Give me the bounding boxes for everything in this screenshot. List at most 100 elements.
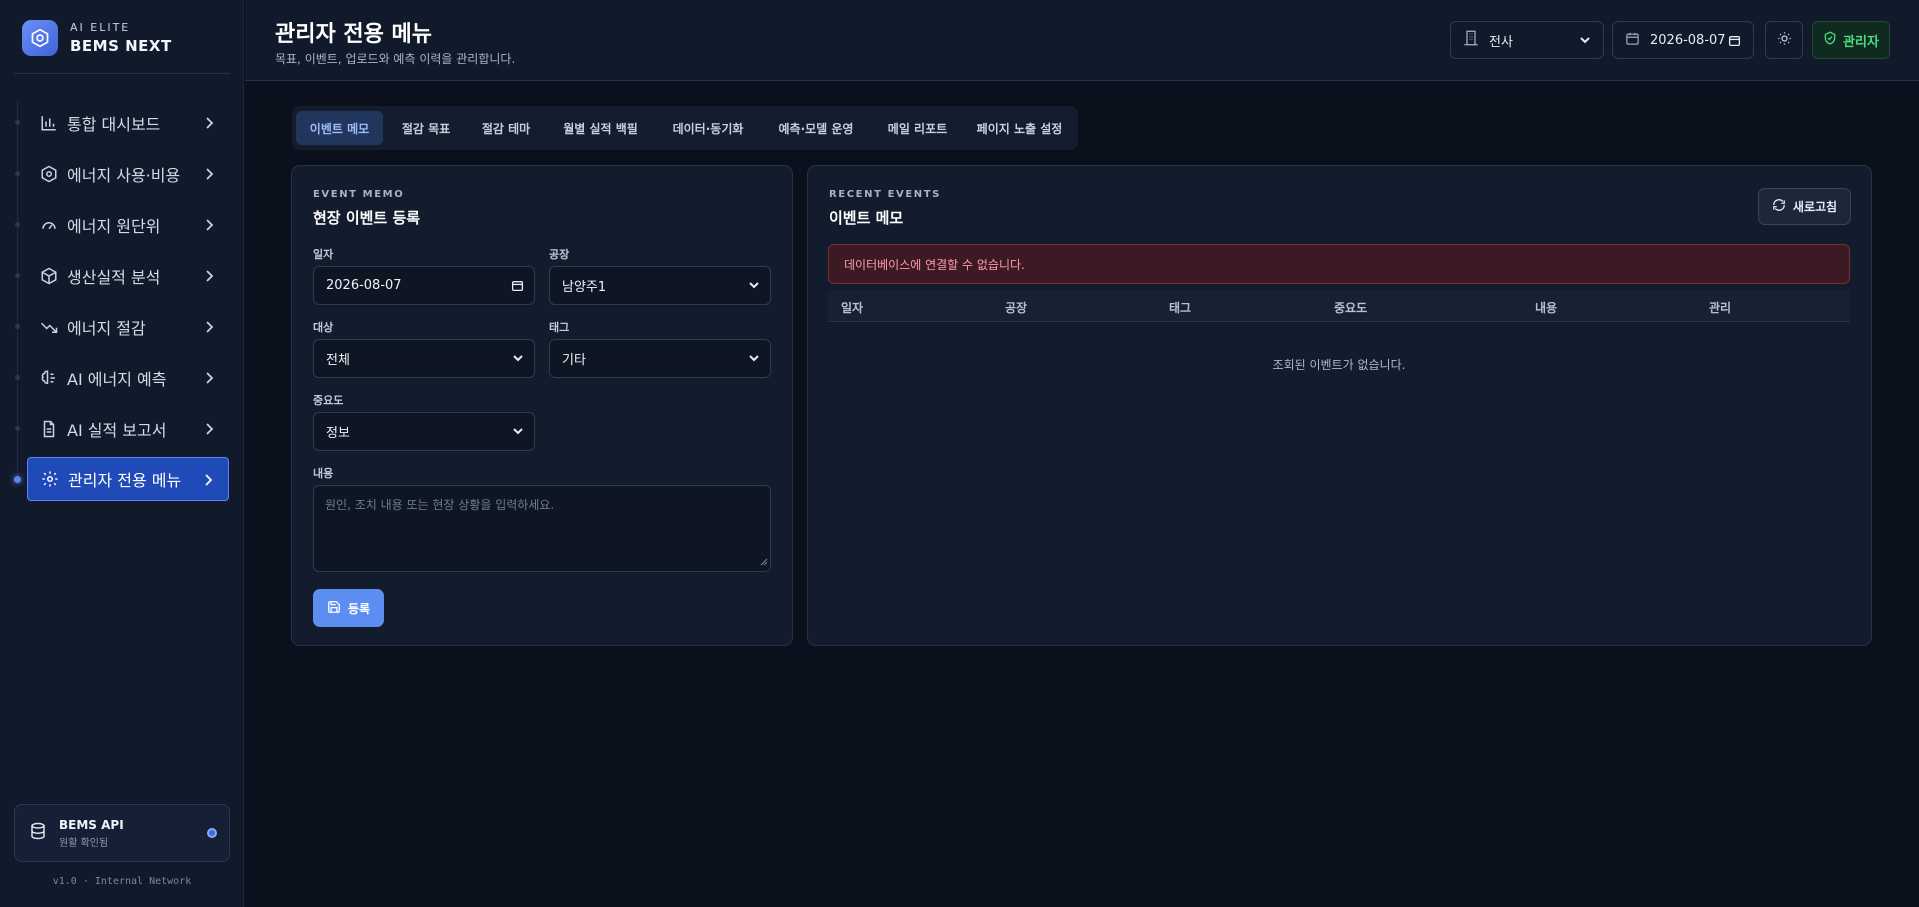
nav-rail [17,101,18,481]
date-field[interactable]: 2026-08-07 [313,266,535,305]
tab-data-sync[interactable]: 데이터·동기화 [656,111,760,145]
chevron-right-icon [203,421,215,440]
tab-page-visibility[interactable]: 페이지 노출 설정 [965,111,1074,145]
save-icon [327,600,341,617]
gauge-icon [39,215,59,235]
nav-dot [15,171,20,176]
shield-check-icon [1823,31,1837,49]
column-header-content[interactable]: 내용 [1535,299,1557,316]
chevron-right-icon [203,319,215,338]
version-label: v1.0 · Internal Network [52,876,192,887]
chevron-right-icon [202,472,214,491]
sidebar-item-ai-report[interactable]: AI 실적 보고서 [27,407,229,451]
hexagon-icon [39,164,59,184]
bar-chart-icon [39,113,59,133]
refresh-label: 새로고침 [1792,200,1838,214]
target-select-value: 전체 [326,353,350,368]
api-status-card[interactable]: BEMS API 원활 확인됨 [14,804,230,862]
tab-mail-report[interactable]: 메일 리포트 [872,111,963,145]
calendar-picker-icon[interactable] [1728,34,1741,51]
column-header-manage[interactable]: 관리 [1709,299,1731,316]
chevron-down-icon [512,352,524,368]
sidebar-item-ai-forecast[interactable]: AI 에너지 예측 [27,356,229,400]
divider [14,73,230,74]
event-form-panel: EVENT MEMO 현장 이벤트 등록 일자 2026-08-07 공장 남양… [291,165,793,646]
tab-saving-goal[interactable]: 절감 목표 [387,111,465,145]
chevron-right-icon [203,115,215,134]
severity-select[interactable]: 정보 [313,412,535,451]
severity-label: 중요도 [313,394,344,407]
gear-icon [40,469,60,489]
tag-select[interactable]: 기타 [549,339,771,378]
site-select-value: 전사 [1489,34,1513,50]
sidebar-item-label: 관리자 전용 메뉴 [68,471,182,490]
nav-dot-active [14,476,21,483]
date-value: 2026-08-07 [1650,32,1726,48]
sidebar-item-dashboard[interactable]: 통합 대시보드 [27,101,229,145]
page-title: 관리자 전용 메뉴 [275,22,432,47]
resize-handle-icon[interactable] [760,555,768,569]
file-text-icon [39,419,59,439]
column-header-date[interactable]: 일자 [841,299,863,316]
error-message: 데이터베이스에 연결할 수 없습니다. [844,257,1025,272]
column-header-plant[interactable]: 공장 [1005,299,1027,316]
nav-dot [15,426,20,431]
recent-events-panel: RECENT EVENTS 이벤트 메모 새로고침 데이터베이스에 연결할 수 … [807,165,1872,646]
sidebar-item-label: AI 실적 보고서 [67,421,167,440]
box-icon [39,266,59,286]
events-table-header: 일자 공장 태그 중요도 내용 관리 [828,290,1850,322]
theme-toggle[interactable] [1765,21,1803,59]
events-title: 이벤트 메모 [829,209,904,227]
plant-select[interactable]: 남양주1 [549,266,771,305]
sidebar-item-label: 통합 대시보드 [67,115,161,134]
sidebar-item-production[interactable]: 생산실적 분석 [27,254,229,298]
sidebar-item-energy-intensity[interactable]: 에너지 원단위 [27,203,229,247]
brand-logo-icon [22,20,58,56]
sidebar-item-label: 에너지 사용·비용 [67,166,181,185]
tab-forecast-model[interactable]: 예측·모델 운영 [762,111,870,145]
chevron-down-icon [748,352,760,368]
sidebar-item-label: AI 에너지 예측 [67,370,167,389]
tab-saving-theme[interactable]: 절감 테마 [467,111,545,145]
sidebar-item-label: 생산실적 분석 [67,268,161,287]
nav-dot [15,222,20,227]
tag-select-value: 기타 [562,353,586,368]
chevron-down-icon [748,279,760,295]
chevron-right-icon [203,268,215,287]
nav-dot [15,273,20,278]
refresh-button[interactable]: 새로고침 [1758,188,1851,225]
brand-subtitle: AI ELITE [70,21,131,34]
brand[interactable]: AI ELITE BEMS NEXT [22,20,172,56]
severity-select-value: 정보 [326,426,350,441]
site-select[interactable]: 전사 [1450,21,1604,59]
error-alert: 데이터베이스에 연결할 수 없습니다. [828,244,1850,284]
column-header-tag[interactable]: 태그 [1169,299,1191,316]
tab-monthly-backfill[interactable]: 월별 실적 백필 [547,111,654,145]
date-field-value: 2026-08-07 [326,278,402,293]
content-label: 내용 [313,467,334,480]
database-icon [29,822,47,844]
sidebar-item-energy-saving[interactable]: 에너지 절감 [27,305,229,349]
date-picker[interactable]: 2026-08-07 [1612,21,1754,59]
sidebar-item-label: 에너지 절감 [67,319,146,338]
target-select[interactable]: 전체 [313,339,535,378]
chevron-right-icon [203,370,215,389]
sun-icon [1777,31,1792,50]
submit-button[interactable]: 등록 [313,589,384,627]
target-label: 대상 [313,321,334,334]
sidebar-item-admin[interactable]: 관리자 전용 메뉴 [27,457,229,501]
content-textarea[interactable]: 원인, 조치 내용 또는 현장 상황을 입력하세요. [313,485,771,572]
admin-label: 관리자 [1843,34,1879,50]
sidebar: AI ELITE BEMS NEXT 통합 대시보드 에너지 사용·비용 에너지… [0,0,244,907]
content-placeholder: 원인, 조치 내용 또는 현장 상황을 입력하세요. [325,498,555,512]
nav-dot [15,324,20,329]
calendar-icon [511,279,524,296]
sidebar-item-label: 에너지 원단위 [67,217,161,236]
admin-badge[interactable]: 관리자 [1812,21,1890,59]
calendar-icon [1625,31,1640,50]
sidebar-item-energy-cost[interactable]: 에너지 사용·비용 [27,152,229,196]
api-title: BEMS API [59,817,124,832]
api-status: 원활 확인됨 [59,837,109,849]
column-header-severity[interactable]: 중요도 [1334,299,1367,316]
tab-event-memo[interactable]: 이벤트 메모 [296,111,383,145]
